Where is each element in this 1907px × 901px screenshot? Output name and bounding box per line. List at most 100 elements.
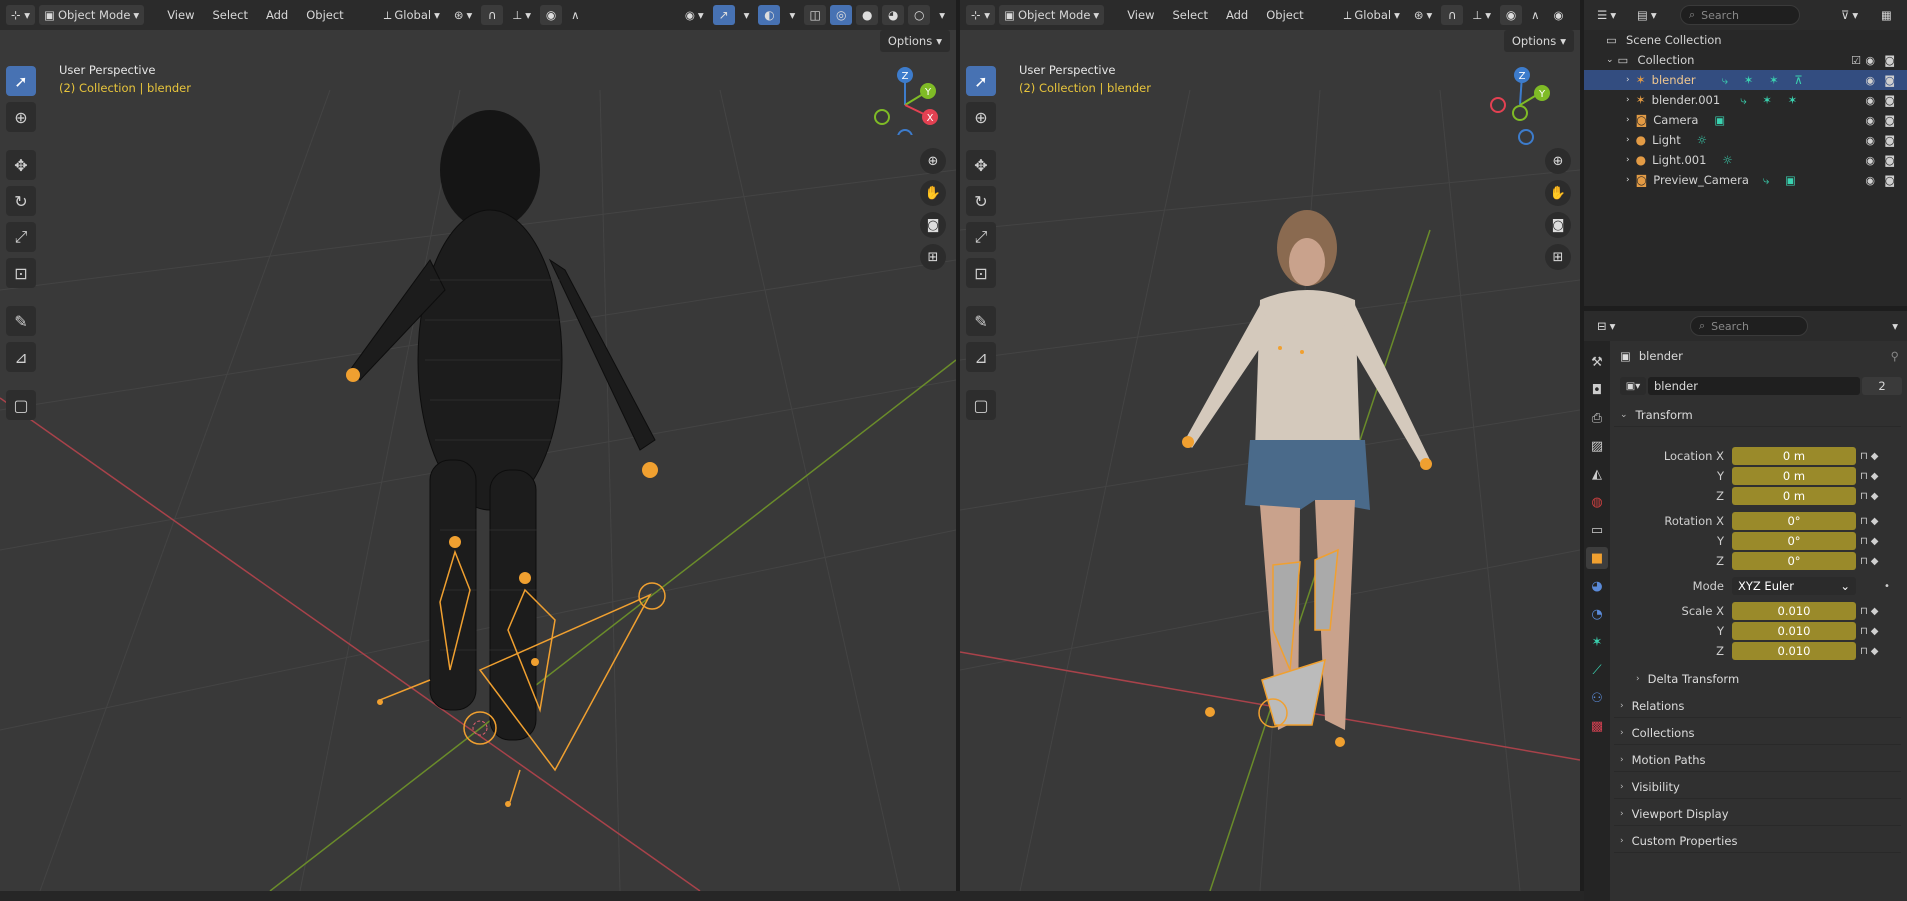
texture-tab[interactable]: ▩ bbox=[1586, 715, 1608, 737]
display-mode-button[interactable]: ▤ ▾ bbox=[1632, 5, 1662, 25]
outliner-item[interactable]: › ✶ blender ⤷ ✶ ✶ ⊼ ◉ ◙ bbox=[1584, 70, 1907, 90]
visibility-select[interactable]: ◉ ▾ bbox=[680, 5, 709, 25]
transform-tool[interactable]: ⊡ bbox=[966, 258, 996, 288]
menu-view[interactable]: View bbox=[160, 5, 201, 25]
shading-dropdown[interactable]: ▾ bbox=[934, 5, 950, 25]
outliner-item[interactable]: › ✶ blender.001 ⤷ ✶ ✶ ◉ ◙ bbox=[1584, 90, 1907, 110]
navigation-gizmo[interactable]: Z Y X bbox=[870, 65, 940, 135]
scale-tool[interactable]: ⤢ bbox=[966, 222, 996, 252]
navigation-gizmo[interactable]: Z Y bbox=[1490, 65, 1560, 145]
shading-wireframe[interactable]: ◎ bbox=[830, 5, 853, 25]
outliner-search[interactable]: ⌕ Search bbox=[1680, 5, 1800, 25]
lock-keyframe-icons[interactable]: ⊓◆ bbox=[1860, 516, 1882, 527]
editor-type-button[interactable]: ⊹ ▾ bbox=[966, 5, 996, 25]
lock-keyframe-icons[interactable]: ⊓◆ bbox=[1860, 626, 1882, 637]
outliner-item[interactable]: › ● Light.001 ☼ ◉ ◙ bbox=[1584, 150, 1907, 170]
shading-solid[interactable]: ● bbox=[856, 5, 879, 25]
overlay-toggle[interactable]: ◐ bbox=[758, 5, 781, 25]
lock-keyframe-icons[interactable]: ⊓◆ bbox=[1860, 556, 1882, 567]
pan-button[interactable]: ✋ bbox=[920, 180, 946, 206]
scene-canvas[interactable] bbox=[0, 30, 956, 891]
render-camera-icon[interactable]: ◙ bbox=[1884, 174, 1895, 187]
outliner-item[interactable]: › ◙ Preview_Camera ⤷ ▣ ◉ ◙ bbox=[1584, 170, 1907, 190]
visibility-panel-header[interactable]: › Visibility bbox=[1614, 776, 1901, 799]
relations-panel-header[interactable]: › Relations bbox=[1614, 695, 1901, 718]
menu-view[interactable]: View bbox=[1120, 5, 1161, 25]
editor-type-button[interactable]: ⊹ ▾ bbox=[6, 5, 36, 25]
editor-type-button[interactable]: ⊟ ▾ bbox=[1592, 316, 1620, 336]
proportional-edit-toggle[interactable]: ◉ bbox=[540, 5, 563, 25]
options-button[interactable]: Options ▾ bbox=[879, 30, 950, 52]
location-y-field[interactable]: 0 m bbox=[1732, 467, 1856, 485]
orientation-select[interactable]: ⟂ Global ▾ bbox=[379, 5, 445, 26]
visibility-select[interactable]: ◉ bbox=[1549, 5, 1569, 25]
render-camera-icon[interactable]: ◙ bbox=[1884, 154, 1895, 167]
add-cube-tool[interactable]: ▢ bbox=[966, 390, 996, 420]
location-z-field[interactable]: 0 m bbox=[1732, 487, 1856, 505]
snap-target-select[interactable]: ⊥ ▾ bbox=[507, 5, 536, 25]
eye-icon[interactable]: ◉ bbox=[1865, 114, 1875, 127]
lock-keyframe-icons[interactable]: ⊓◆ bbox=[1860, 536, 1882, 547]
editor-type-button[interactable]: ☰ ▾ bbox=[1592, 5, 1621, 25]
tool-tab[interactable]: ⚒ bbox=[1586, 351, 1608, 373]
mode-select[interactable]: ▣ Object Mode ▾ bbox=[999, 5, 1105, 25]
annotate-tool[interactable]: ✎ bbox=[966, 306, 996, 336]
outliner-item[interactable]: › ● Light ☼ ◉ ◙ bbox=[1584, 130, 1907, 150]
pivot-select[interactable]: ⊛ ▾ bbox=[449, 5, 477, 25]
left-3d-viewport[interactable]: User Perspective (2) Collection | blende… bbox=[0, 30, 956, 891]
pin-icon[interactable]: ⚲ bbox=[1891, 349, 1899, 363]
camera-view-button[interactable]: ◙ bbox=[1545, 212, 1571, 238]
render-camera-icon[interactable]: ◙ bbox=[1884, 94, 1895, 107]
annotate-tool[interactable]: ✎ bbox=[6, 306, 36, 336]
properties-search[interactable]: ⌕ Search bbox=[1690, 316, 1808, 336]
pivot-select[interactable]: ⊛ ▾ bbox=[1409, 5, 1437, 25]
render-camera-icon[interactable]: ◙ bbox=[1884, 54, 1895, 67]
rotate-tool[interactable]: ↻ bbox=[6, 186, 36, 216]
rotate-tool[interactable]: ↻ bbox=[966, 186, 996, 216]
eye-icon[interactable]: ◉ bbox=[1865, 74, 1875, 87]
measure-tool[interactable]: ⊿ bbox=[966, 342, 996, 372]
properties-options-button[interactable]: ▾ bbox=[1887, 316, 1903, 336]
snap-toggle[interactable]: ∩ bbox=[1441, 5, 1464, 25]
ortho-toggle-button[interactable]: ⊞ bbox=[920, 244, 946, 270]
object-name-field[interactable]: blender bbox=[1648, 377, 1860, 395]
rotation-mode-select[interactable]: XYZ Euler ⌄ bbox=[1732, 577, 1856, 595]
lock-keyframe-icons[interactable]: ⊓◆ bbox=[1860, 646, 1882, 657]
eye-icon[interactable]: ◉ bbox=[1865, 174, 1875, 187]
object-data-tab[interactable]: ⚇ bbox=[1586, 687, 1608, 709]
user-count[interactable]: 2 bbox=[1862, 377, 1902, 395]
add-cube-tool[interactable]: ▢ bbox=[6, 390, 36, 420]
gizmo-toggle[interactable]: ↗ bbox=[712, 5, 735, 25]
render-tab[interactable]: ◘ bbox=[1586, 379, 1608, 401]
collections-panel-header[interactable]: › Collections bbox=[1614, 722, 1901, 745]
pan-button[interactable]: ✋ bbox=[1545, 180, 1571, 206]
zoom-button[interactable]: ⊕ bbox=[1545, 148, 1571, 174]
lock-keyframe-icons[interactable]: ⊓◆ bbox=[1860, 451, 1882, 462]
motion-paths-panel-header[interactable]: › Motion Paths bbox=[1614, 749, 1901, 772]
orientation-select[interactable]: ⟂ Global ▾ bbox=[1339, 5, 1405, 26]
scene-canvas[interactable] bbox=[960, 30, 1580, 891]
keyframe-dot-icon[interactable]: • bbox=[1884, 581, 1893, 592]
lock-keyframe-icons[interactable]: ⊓◆ bbox=[1860, 606, 1882, 617]
eye-icon[interactable]: ◉ bbox=[1865, 54, 1875, 67]
scene-collection-row[interactable]: ▭ Scene Collection bbox=[1584, 30, 1907, 50]
rotation-z-field[interactable]: 0° bbox=[1732, 552, 1856, 570]
snap-toggle[interactable]: ∩ bbox=[481, 5, 504, 25]
exclude-checkbox[interactable]: ☑ bbox=[1851, 54, 1861, 67]
render-camera-icon[interactable]: ◙ bbox=[1884, 74, 1895, 87]
scale-tool[interactable]: ⤢ bbox=[6, 222, 36, 252]
move-tool[interactable]: ✥ bbox=[6, 150, 36, 180]
delta-transform-panel-header[interactable]: › Delta Transform bbox=[1630, 668, 1901, 690]
ortho-toggle-button[interactable]: ⊞ bbox=[1545, 244, 1571, 270]
menu-object[interactable]: Object bbox=[299, 5, 350, 25]
snap-target-select[interactable]: ⊥ ▾ bbox=[1467, 5, 1496, 25]
shading-material[interactable]: ◕ bbox=[882, 5, 905, 25]
gizmo-dropdown[interactable]: ▾ bbox=[739, 5, 755, 25]
outliner-item[interactable]: › ◙ Camera ▣ ◉ ◙ bbox=[1584, 110, 1907, 130]
menu-select[interactable]: Select bbox=[205, 5, 254, 25]
constraints-tab[interactable]: ⟋ bbox=[1586, 659, 1608, 681]
cursor-tool[interactable]: ⊕ bbox=[966, 102, 996, 132]
select-box-tool[interactable]: ➚ bbox=[966, 66, 996, 96]
select-box-tool[interactable]: ➚ bbox=[6, 66, 36, 96]
measure-tool[interactable]: ⊿ bbox=[6, 342, 36, 372]
